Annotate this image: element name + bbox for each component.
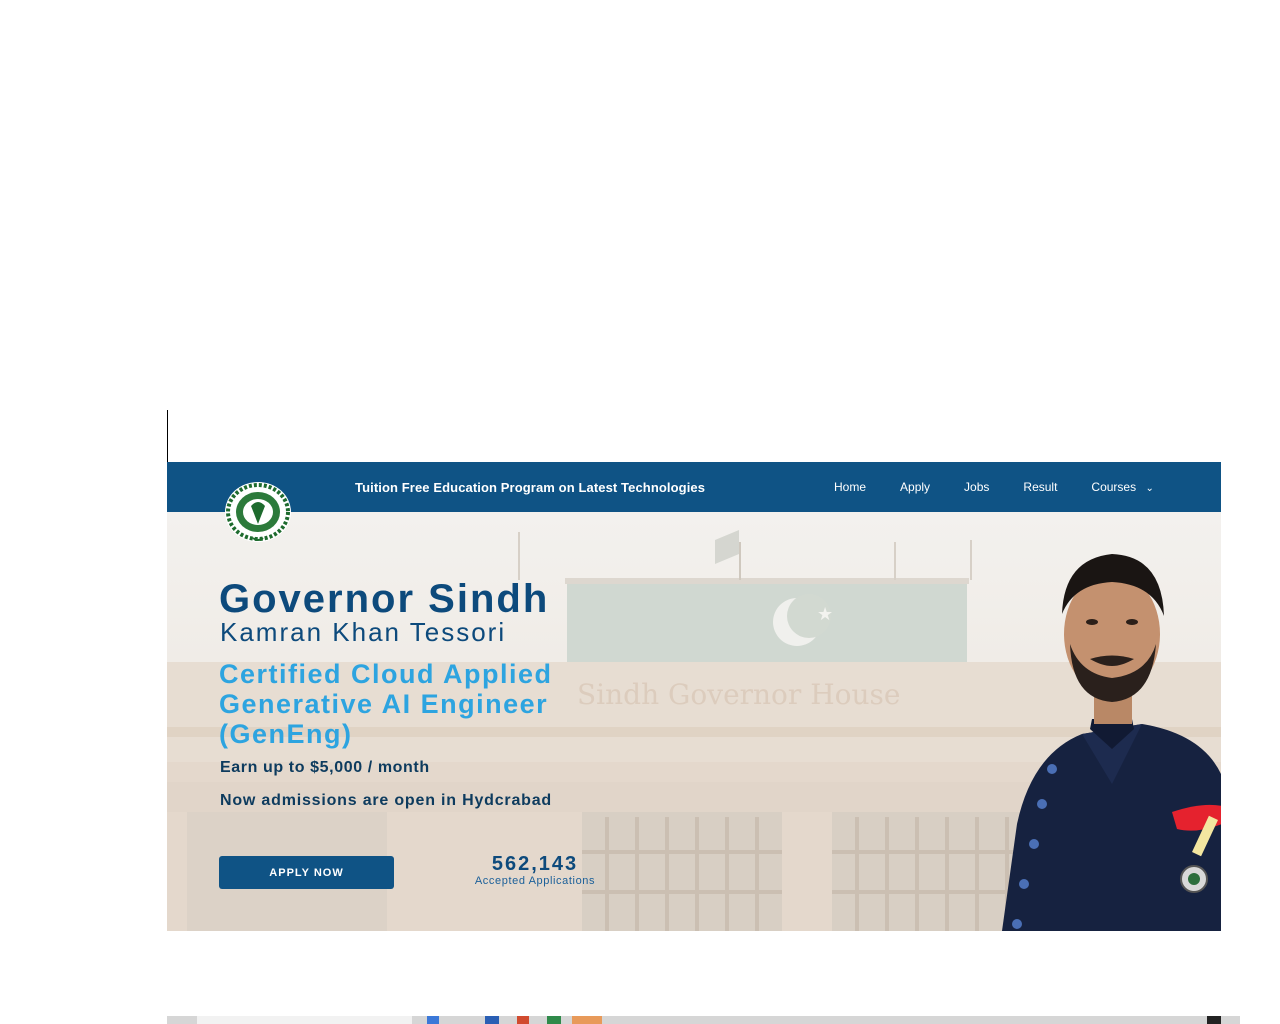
website-frame: ★ Sindh Governor House Tuition Free Educ… [167, 462, 1221, 931]
nav-apply[interactable]: Apply [900, 480, 930, 494]
apply-now-button[interactable]: APPLY NOW [219, 856, 394, 889]
svg-text:★: ★ [817, 604, 833, 625]
top-navbar: Tuition Free Education Program on Latest… [167, 462, 1221, 512]
hero-title: Governor Sindh [219, 577, 550, 621]
applications-count-label: Accepted Applications [474, 875, 596, 887]
nav-result[interactable]: Result [1023, 480, 1057, 494]
hero-admissions: Now admissions are open in Hydcrabad [220, 792, 552, 809]
hero-course: Certified Cloud Applied Generative AI En… [219, 659, 553, 749]
taskbar-strip [167, 1016, 1240, 1024]
taskbar-search[interactable] [197, 1016, 412, 1024]
nav-home[interactable]: Home [834, 480, 866, 494]
chevron-down-icon: ⌄ [1145, 483, 1154, 494]
nav-courses[interactable]: Courses ⌄ [1091, 480, 1153, 494]
taskbar-app-icon[interactable] [427, 1016, 439, 1024]
taskbar-app-icon[interactable] [572, 1016, 602, 1024]
nav-menu: Home Apply Jobs Result Courses ⌄ [834, 480, 1154, 494]
taskbar-app-icon[interactable] [517, 1016, 529, 1024]
taskbar-app-icon[interactable] [547, 1016, 561, 1024]
hero-name: Kamran Khan Tessori [220, 617, 507, 647]
applications-count: 562,143 [491, 853, 579, 875]
site-title: Tuition Free Education Program on Latest… [355, 480, 706, 495]
portrait-image [972, 524, 1221, 931]
hero-earn: Earn up to $5,000 / month [220, 759, 430, 776]
applications-counter: 562,143 Accepted Applications [459, 853, 611, 887]
taskbar-app-icon[interactable] [485, 1016, 499, 1024]
taskbar-app-icon[interactable] [1207, 1016, 1221, 1024]
nav-jobs[interactable]: Jobs [964, 480, 989, 494]
text-cursor [167, 410, 168, 462]
nav-courses-label: Courses [1091, 480, 1137, 494]
emblem-logo-icon[interactable] [223, 480, 293, 544]
